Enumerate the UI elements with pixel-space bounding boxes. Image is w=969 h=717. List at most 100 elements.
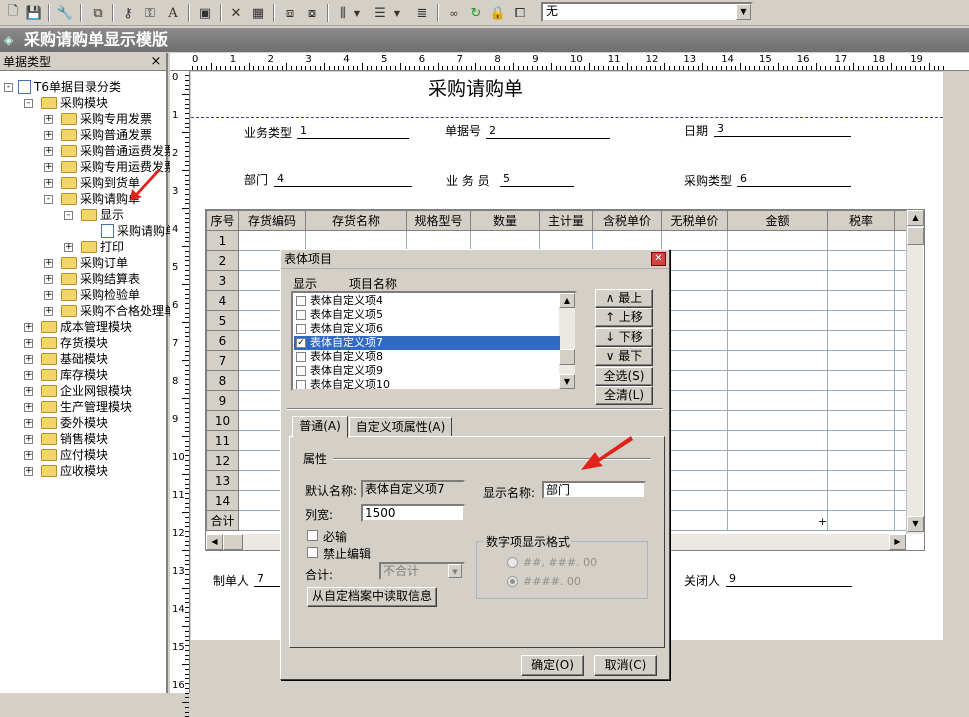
- form-title[interactable]: 采购请购单: [428, 74, 523, 101]
- cancel-button[interactable]: 取消(C): [594, 655, 657, 676]
- expand-icon[interactable]: +: [44, 179, 53, 188]
- table-cell[interactable]: [827, 410, 895, 431]
- table-cell[interactable]: [827, 450, 895, 471]
- field-value[interactable]: 2: [486, 124, 610, 139]
- table-cell[interactable]: [661, 250, 728, 271]
- item-checkbox[interactable]: [296, 324, 306, 334]
- scroll-thumb[interactable]: [223, 534, 243, 550]
- tree-item[interactable]: + 应付模块: [24, 447, 108, 463]
- column-width-field[interactable]: 1500: [361, 504, 465, 522]
- expand-icon[interactable]: +: [44, 131, 53, 140]
- column-header[interactable]: 序号: [206, 210, 239, 231]
- required-checkbox[interactable]: [307, 530, 318, 541]
- scroll-thumb[interactable]: [907, 227, 924, 245]
- collapse-icon[interactable]: -: [64, 211, 73, 220]
- expand-icon[interactable]: +: [44, 307, 53, 316]
- field-label[interactable]: 业务类型: [244, 124, 292, 141]
- tools-icon[interactable]: 🔧: [55, 3, 75, 23]
- table-cell[interactable]: [894, 430, 907, 451]
- table-cell[interactable]: [827, 230, 895, 251]
- table-cell[interactable]: [727, 390, 828, 411]
- column-header[interactable]: 规格型号: [406, 210, 471, 231]
- table-cell[interactable]: [827, 390, 895, 411]
- table-cell[interactable]: [661, 350, 728, 371]
- chevron-down-icon[interactable]: ▼: [352, 3, 362, 23]
- tree-item[interactable]: + 采购专用发票: [44, 111, 152, 127]
- table-cell[interactable]: [827, 250, 895, 271]
- table-cell[interactable]: [894, 310, 907, 331]
- tree-item[interactable]: + 库存模块: [24, 367, 108, 383]
- expand-icon[interactable]: +: [24, 371, 33, 380]
- field-value[interactable]: 5: [500, 172, 574, 187]
- tree-item[interactable]: + 销售模块: [24, 431, 108, 447]
- column-header[interactable]: 无税单价: [661, 210, 728, 231]
- expand-icon[interactable]: +: [24, 339, 33, 348]
- move-top-button[interactable]: ∧ 最上: [595, 289, 653, 308]
- format-radio-1[interactable]: [507, 557, 518, 568]
- close-icon[interactable]: ✕: [651, 252, 666, 266]
- table-cell[interactable]: [661, 390, 728, 411]
- table-cell[interactable]: [894, 290, 907, 311]
- table-cell[interactable]: [727, 470, 828, 491]
- tree-item[interactable]: + 采购普通发票: [44, 127, 152, 143]
- font-icon[interactable]: A: [163, 3, 183, 23]
- expand-icon[interactable]: +: [44, 163, 53, 172]
- table-cell[interactable]: [661, 310, 728, 331]
- table-cell[interactable]: [827, 330, 895, 351]
- collapse-icon[interactable]: -: [44, 195, 53, 204]
- table-cell[interactable]: [661, 430, 728, 451]
- expand-icon[interactable]: +: [64, 243, 73, 252]
- move-up-button[interactable]: ↑ 上移: [595, 308, 653, 327]
- chevron-down-icon[interactable]: ▼: [448, 564, 462, 578]
- close-icon[interactable]: ×: [148, 53, 164, 71]
- table-cell[interactable]: [827, 290, 895, 311]
- move-down-button[interactable]: ↓ 下移: [595, 328, 653, 347]
- tree-item[interactable]: + 生产管理模块: [24, 399, 132, 415]
- tab-general[interactable]: 普通(A): [292, 416, 348, 438]
- table-cell[interactable]: [727, 290, 828, 311]
- table-cell[interactable]: [727, 350, 828, 371]
- table-cell[interactable]: [894, 370, 907, 391]
- table-cell[interactable]: [727, 490, 828, 511]
- grid-vertical-scrollbar[interactable]: ▲ ▼: [906, 210, 924, 534]
- key-folder-icon[interactable]: ⚿: [140, 3, 160, 23]
- table-cell[interactable]: [727, 410, 828, 431]
- table-cell[interactable]: [894, 450, 907, 471]
- list-item[interactable]: 表体自定义项9: [294, 364, 560, 378]
- field-label[interactable]: 采购类型: [684, 172, 732, 189]
- list-item[interactable]: 表体自定义项4: [294, 294, 560, 308]
- scroll-down-icon[interactable]: ▼: [907, 516, 924, 532]
- column-header[interactable]: 税率: [827, 210, 895, 231]
- table-cell[interactable]: [827, 430, 895, 451]
- bring-front-icon[interactable]: ⧈: [280, 3, 300, 23]
- list-item[interactable]: 表体自定义项5: [294, 308, 560, 322]
- tree-item[interactable]: + 打印: [64, 239, 124, 255]
- field-value[interactable]: 3: [714, 122, 851, 137]
- table-cell[interactable]: [727, 310, 828, 331]
- table-cell[interactable]: [727, 330, 828, 351]
- item-checkbox[interactable]: [296, 352, 306, 362]
- table-cell[interactable]: [727, 230, 828, 251]
- table-cell[interactable]: [661, 470, 728, 491]
- list-item[interactable]: ✓ 表体自定义项7: [294, 336, 560, 350]
- field-label[interactable]: 部门: [244, 171, 268, 188]
- tree-item[interactable]: + 委外模块: [24, 415, 108, 431]
- no-edit-checkbox[interactable]: [307, 547, 318, 558]
- table-cell[interactable]: [894, 330, 907, 351]
- item-checkbox[interactable]: ✓: [296, 338, 306, 348]
- item-list[interactable]: ▲ ▼ 表体自定义项4 表体自定义项5 表体自定义项6 ✓ 表体自定义项7 表体自定义项8…: [291, 291, 577, 391]
- table-cell[interactable]: [470, 230, 540, 251]
- lock-icon[interactable]: 🔒: [488, 3, 508, 23]
- tree-item[interactable]: - 显示: [64, 207, 124, 223]
- table-cell[interactable]: [894, 410, 907, 431]
- scroll-down-icon[interactable]: ▼: [559, 374, 575, 389]
- key-icon[interactable]: ⚷: [118, 3, 138, 23]
- tree-item[interactable]: + 基础模块: [24, 351, 108, 367]
- field-label[interactable]: 业 务 员: [446, 172, 490, 189]
- tree-item[interactable]: + 采购结算表: [44, 271, 140, 287]
- table-cell[interactable]: [238, 230, 306, 251]
- move-bottom-button[interactable]: ∨ 最下: [595, 347, 653, 366]
- table-cell[interactable]: [661, 450, 728, 471]
- field-label[interactable]: 关闭人: [684, 572, 720, 589]
- table-cell[interactable]: [661, 410, 728, 431]
